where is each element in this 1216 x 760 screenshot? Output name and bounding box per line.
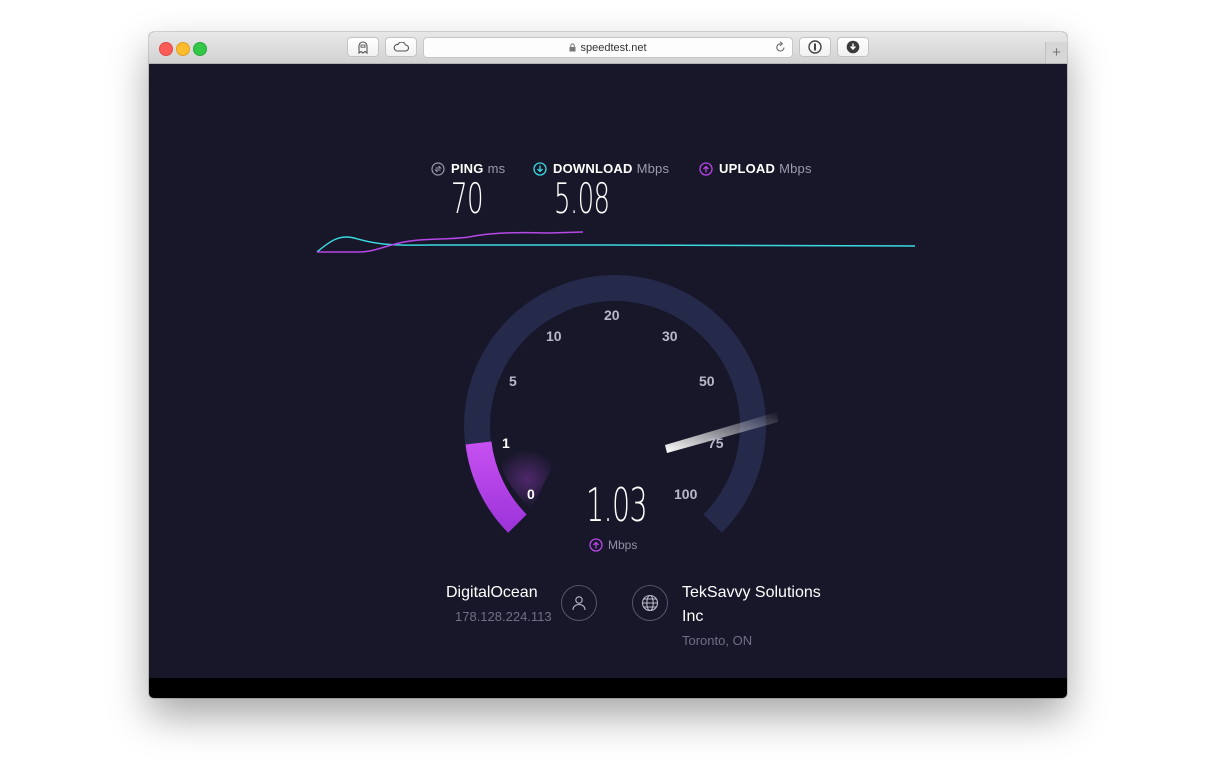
isp-name-line2: Inc [682,608,704,625]
isp-location: Toronto, ON [682,633,753,648]
browser-window: speedtest.net + PING ms DOWNLOAD Mbps UP… [149,32,1067,698]
ghost-icon [358,40,368,54]
gauge-tick-100: 100 [674,486,698,502]
current-speed-unit-row: Mbps [589,538,637,552]
close-window-button[interactable] [159,42,173,56]
download-history-line [316,236,916,253]
gauge-tick-5: 5 [509,373,517,389]
download-arrow-icon [533,161,547,176]
ping-icon [431,161,445,176]
lock-icon [569,43,576,52]
bottom-bar [149,678,1067,698]
new-tab-button[interactable]: + [1045,42,1067,63]
gauge-tick-20: 20 [604,307,620,323]
change-server-button[interactable] [561,585,597,621]
isp-name-line1: TekSavvy Solutions [682,584,821,601]
user-icon [572,596,586,611]
upload-unit: Mbps [779,161,812,176]
download-icon [846,40,860,54]
downloads-button[interactable] [837,37,869,57]
upload-arrow-icon [699,161,713,176]
isp-info-button[interactable] [632,585,668,621]
ping-value: 70 [451,174,484,223]
gauge-tick-30: 30 [662,328,678,344]
current-speed-unit: Mbps [608,538,638,552]
speedtest-page: PING ms DOWNLOAD Mbps UPLOAD Mbps 70 5.0… [149,64,1067,678]
upload-arrow-icon [589,538,603,552]
password-manager-button[interactable] [799,37,831,57]
reload-icon[interactable] [775,41,786,53]
icloud-button[interactable] [385,37,417,57]
1password-icon [808,40,822,54]
current-speed-value: 1.03 [586,478,648,532]
url-text: speedtest.net [580,41,647,54]
upload-header: UPLOAD Mbps [699,161,812,176]
gauge-tick-50: 50 [699,373,715,389]
gauge-tick-75: 75 [708,435,724,451]
download-value: 5.08 [554,174,610,223]
gauge-tick-0: 0 [527,486,535,502]
globe-icon [641,594,659,612]
gauge-tick-1: 1 [502,435,510,451]
cloud-icon [393,42,409,52]
ghostery-extension-button[interactable] [347,37,379,57]
download-unit: Mbps [636,161,670,176]
title-bar: speedtest.net + [149,32,1067,64]
ping-unit: ms [487,161,506,176]
speed-history-graph [316,231,916,253]
upload-history-line [317,231,584,253]
gauge-tick-10: 10 [546,328,562,344]
address-bar[interactable]: speedtest.net [423,37,793,58]
server-ip: 178.128.224.113 [455,609,552,624]
maximize-window-button[interactable] [193,42,207,56]
server-name: DigitalOcean [446,584,538,601]
upload-label: UPLOAD [719,161,776,176]
minimize-window-button[interactable] [176,42,190,56]
